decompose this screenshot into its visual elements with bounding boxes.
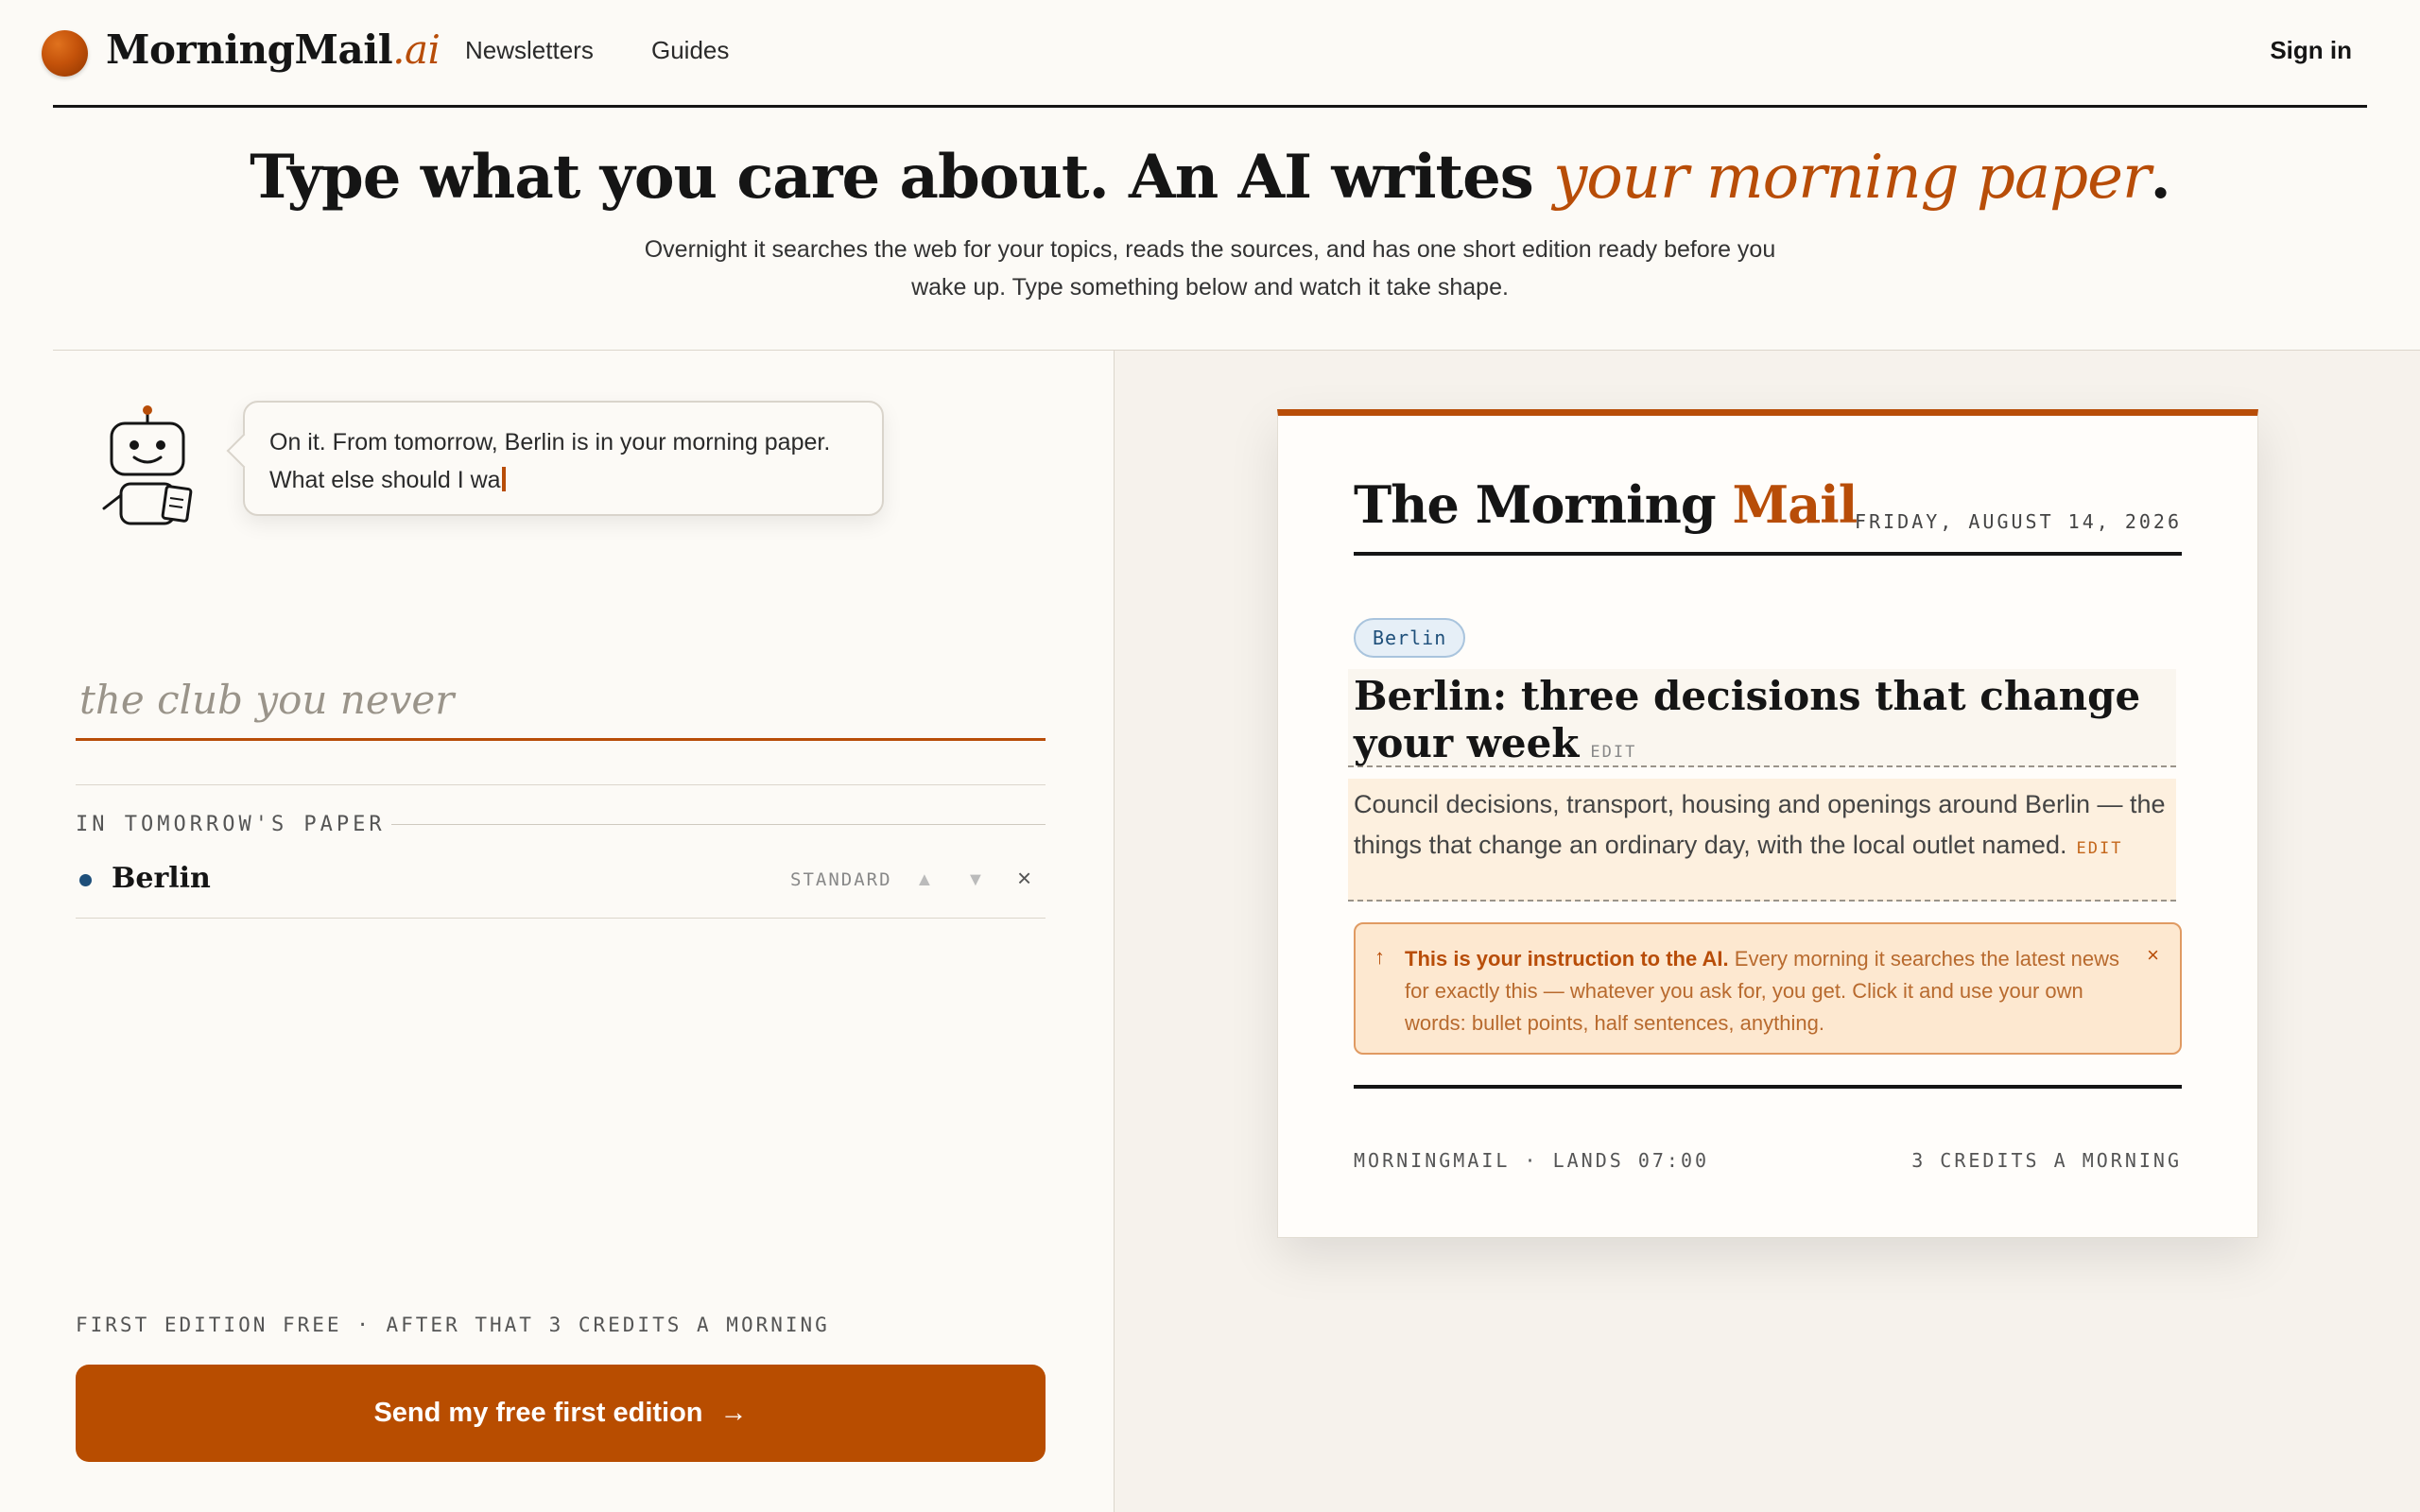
card-footer-right: 3 CREDITS A MORNING — [1911, 1149, 2182, 1172]
paper-label-rule — [391, 824, 1046, 825]
nav-divider — [53, 105, 2367, 108]
logo-icon[interactable] — [42, 30, 88, 77]
summary-text: Council decisions, transport, housing an… — [1354, 790, 2166, 859]
brand-main: MorningMail — [106, 26, 393, 73]
topic-input[interactable] — [76, 662, 1046, 741]
paper-list-label: IN TOMORROW'S PAPER — [76, 813, 386, 836]
brand-logo[interactable]: MorningMail.ai — [106, 26, 441, 73]
remove-topic-icon[interactable]: × — [1017, 864, 1031, 893]
topic-tag: Berlin — [1354, 618, 1466, 658]
topic-color-dot — [79, 874, 92, 886]
cta-label: Send my free first edition — [373, 1398, 703, 1428]
headline-editable[interactable]: Berlin: three decisions that change your… — [1348, 669, 2176, 767]
typing-caret — [501, 467, 506, 491]
move-up-icon[interactable]: ▲ — [915, 869, 934, 891]
assistant-bubble: On it. From tomorrow, Berlin is in your … — [243, 401, 884, 516]
nav-link-guides[interactable]: Guides — [651, 36, 729, 65]
close-hint-icon[interactable]: × — [2147, 939, 2159, 971]
hero-title-end: . — [2150, 142, 2171, 213]
masthead-rule — [1354, 552, 2182, 556]
topic-row: Berlin STANDARD ▲ ▼ × — [76, 850, 1046, 919]
top-nav: MorningMail.ai Newsletters Guides Sign i… — [0, 0, 2420, 106]
edition-date: FRIDAY, AUGUST 14, 2026 — [1855, 510, 2182, 533]
topic-name: Berlin — [112, 862, 211, 895]
pricing-note: FIRST EDITION FREE · AFTER THAT 3 CREDIT… — [76, 1314, 830, 1336]
headline-text: Berlin: three decisions that change your… — [1354, 673, 2141, 766]
robot-icon — [102, 405, 193, 525]
list-top-divider — [76, 784, 1046, 785]
column-divider — [1114, 351, 1115, 1512]
sign-in-link[interactable]: Sign in — [2270, 36, 2352, 65]
card-footer-rule — [1354, 1085, 2182, 1089]
send-first-edition-button[interactable]: Send my free first edition → — [76, 1365, 1046, 1462]
masthead: The Morning Mail — [1354, 474, 1858, 535]
instruction-hint: ↑ This is your instruction to the AI. Ev… — [1354, 922, 2182, 1055]
hero-title-accent: your morning paper — [1553, 143, 2151, 213]
hint-bold: This is your instruction to the AI. — [1405, 947, 1729, 971]
headline-edit-label[interactable]: EDIT — [1590, 743, 1636, 762]
hero-title-plain: Type what you care about. An AI writes — [250, 142, 1554, 213]
arrow-right-icon: → — [719, 1398, 748, 1428]
move-down-icon[interactable]: ▼ — [966, 869, 985, 891]
arrow-up-icon: ↑ — [1374, 945, 1385, 969]
assistant-message: On it. From tomorrow, Berlin is in your … — [269, 429, 831, 493]
nav-link-newsletters[interactable]: Newsletters — [465, 36, 594, 65]
brand-suffix: .ai — [392, 26, 441, 73]
masthead-plain: The Morning — [1354, 474, 1733, 535]
card-footer-left: MORNINGMAIL · LANDS 07:00 — [1354, 1149, 1710, 1172]
masthead-accent: Mail — [1732, 474, 1858, 535]
topic-depth-toggle[interactable]: STANDARD — [790, 869, 892, 890]
hero-title: Type what you care about. An AI writes y… — [0, 142, 2420, 213]
hero-subtitle: Overnight it searches the web for your t… — [644, 236, 1776, 301]
summary-editable[interactable]: Council decisions, transport, housing an… — [1348, 779, 2176, 902]
summary-edit-label[interactable]: EDIT — [2076, 839, 2122, 858]
newspaper-preview-card: The Morning Mail FRIDAY, AUGUST 14, 2026… — [1277, 409, 2258, 1238]
